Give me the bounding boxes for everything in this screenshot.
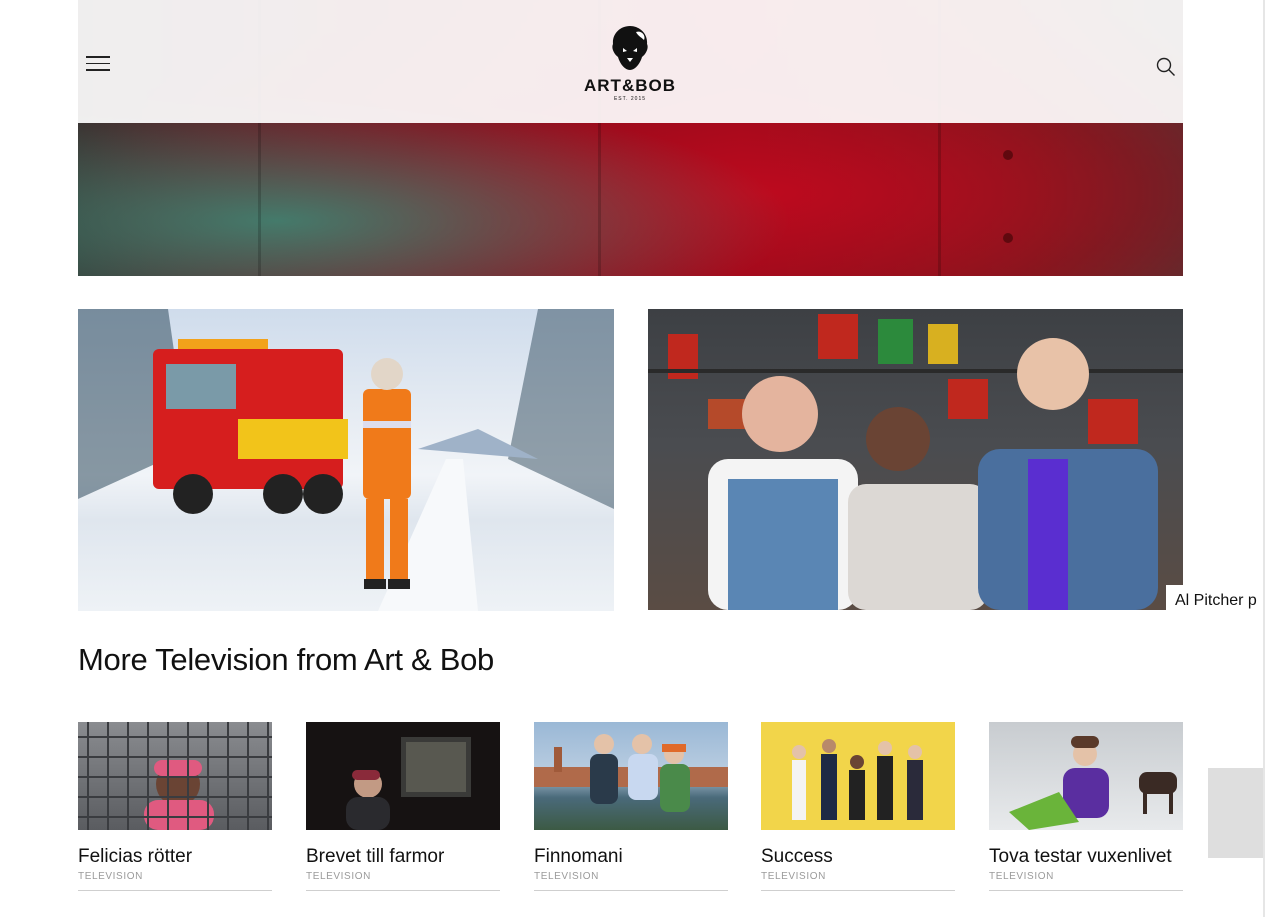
card-success[interactable]: Success TELEVISION — [761, 722, 955, 891]
stockholm-photo — [534, 734, 728, 812]
card-thumbnail[interactable] — [306, 722, 500, 830]
search-icon[interactable] — [1156, 57, 1176, 77]
photo-caption-tag[interactable]: Al Pitcher p — [1166, 585, 1265, 613]
snow-horse-photo — [1009, 736, 1177, 830]
card-category: TELEVISION — [761, 871, 826, 882]
logo-est: EST. 2015 — [613, 96, 647, 102]
card-divider — [989, 890, 1183, 891]
feature-photo-shop — [648, 309, 1183, 610]
card-divider — [761, 890, 955, 891]
site-header: ART&BOB EST. 2015 — [78, 0, 1183, 123]
fence-photo — [78, 722, 272, 830]
hamburger-menu-icon[interactable] — [86, 56, 110, 72]
card-thumbnail[interactable] — [761, 722, 955, 830]
card-thumbnail[interactable] — [534, 722, 728, 830]
site-logo[interactable]: ART&BOB EST. 2015 — [578, 24, 682, 102]
winter-scene-illustration — [78, 309, 614, 611]
card-category: TELEVISION — [78, 871, 143, 882]
logo-wordmark: ART&BOB — [584, 76, 676, 95]
card-thumbnail[interactable] — [989, 722, 1183, 830]
section-title: More Television from Art & Bob — [78, 642, 494, 677]
card-tova-testar-vuxenlivet[interactable]: Tova testar vuxenlivet TELEVISION — [989, 722, 1183, 891]
card-category: TELEVISION — [989, 871, 1054, 882]
side-floating-widget[interactable] — [1208, 768, 1263, 858]
shirt-button — [1003, 233, 1013, 243]
shirt-button — [1003, 150, 1013, 160]
card-brevet-till-farmor[interactable]: Brevet till farmor TELEVISION — [306, 722, 500, 891]
card-title[interactable]: Brevet till farmor — [306, 844, 500, 870]
train-window-photo — [346, 737, 471, 830]
card-divider — [78, 890, 272, 891]
card-title[interactable]: Tova testar vuxenlivet — [989, 844, 1183, 870]
card-category: TELEVISION — [534, 871, 599, 882]
card-divider — [534, 890, 728, 891]
lion-logo-icon — [612, 26, 648, 70]
shop-scene-illustration — [648, 314, 1183, 610]
cast-group-photo — [792, 739, 923, 820]
card-divider — [306, 890, 500, 891]
card-finnomani[interactable]: Finnomani TELEVISION — [534, 722, 728, 891]
card-felicias-rotter[interactable]: Felicias rötter TELEVISION — [78, 722, 272, 891]
card-title[interactable]: Finnomani — [534, 844, 728, 870]
card-thumbnail[interactable] — [78, 722, 272, 830]
card-title[interactable]: Felicias rötter — [78, 844, 272, 870]
feature-photo-tow-truck — [78, 309, 614, 611]
hero-banner-image: ART&BOB EST. 2015 — [78, 0, 1183, 276]
card-title[interactable]: Success — [761, 844, 955, 870]
card-category: TELEVISION — [306, 871, 371, 882]
